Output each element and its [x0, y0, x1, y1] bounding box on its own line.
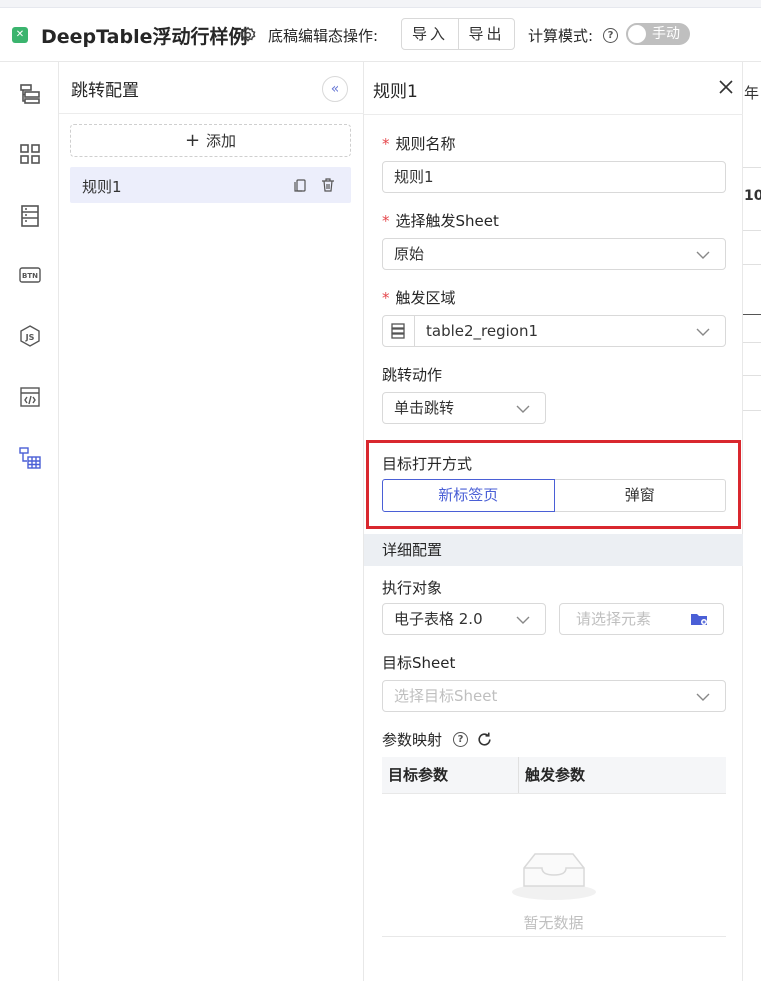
- add-rule-button[interactable]: + 添加: [70, 124, 351, 157]
- code-window-icon[interactable]: [18, 385, 42, 409]
- top-strip: [0, 0, 761, 8]
- trigger-region-label: * 触发区域: [382, 289, 456, 307]
- chevron-down-icon: [696, 251, 710, 259]
- js-icon[interactable]: JS: [18, 324, 42, 348]
- jump-action-label: 跳转动作: [382, 366, 443, 384]
- gear-icon[interactable]: [239, 26, 257, 44]
- trigger-region-select[interactable]: table2_region1: [382, 315, 726, 347]
- exec-target-label: 执行对象: [382, 579, 443, 597]
- close-icon[interactable]: [717, 78, 735, 96]
- import-export-group: 导入 导出: [401, 18, 515, 50]
- detail-divider: [364, 114, 743, 115]
- rule-list-item[interactable]: 规则1: [70, 167, 351, 203]
- target-sheet-label: 目标Sheet: [382, 654, 456, 672]
- rule-label: 规则1: [82, 178, 122, 196]
- import-button[interactable]: 导入: [402, 19, 458, 49]
- toggle-label: 手动: [652, 26, 680, 42]
- sheet-gridline: [743, 410, 761, 411]
- open-mode-segmented: 新标签页 弹窗: [382, 479, 726, 512]
- rule-detail-panel: 规则1 * 规则名称 规则1 * 选择触发Sheet 原始 * 触发区域 table2…: [364, 62, 743, 981]
- toggle-knob: [628, 25, 646, 43]
- empty-text: 暂无数据: [523, 914, 584, 932]
- sheet-gridline: [743, 314, 761, 315]
- svg-text:BTN: BTN: [22, 272, 38, 280]
- sheet-cell[interactable]: 10: [744, 188, 761, 204]
- col-target-param: 目标参数: [382, 757, 519, 793]
- export-button[interactable]: 导出: [458, 19, 514, 49]
- sheet-gridline: [743, 230, 761, 231]
- trigger-sheet-label: * 选择触发Sheet: [382, 212, 499, 230]
- open-mode-new-tab[interactable]: 新标签页: [382, 479, 555, 512]
- section-title: 详细配置: [364, 534, 743, 566]
- sheet-gridline: [743, 167, 761, 168]
- param-table-header: 目标参数 触发参数: [382, 757, 726, 794]
- detail-title: 规则1: [373, 82, 418, 102]
- open-mode-label: 目标打开方式: [382, 455, 473, 473]
- sheet-gridline: [743, 264, 761, 265]
- icon-sidebar: BTN JS: [0, 62, 59, 981]
- calc-mode-toggle[interactable]: 手动: [626, 23, 690, 45]
- btn-icon[interactable]: BTN: [18, 263, 42, 287]
- svg-text:JS: JS: [25, 333, 35, 342]
- chevron-down-icon: [516, 616, 530, 624]
- rule-name-label: * 规则名称: [382, 135, 456, 153]
- region-list-icon: [391, 323, 405, 339]
- app-logo-icon: ✕: [12, 27, 28, 43]
- collapse-icon[interactable]: «: [322, 76, 348, 102]
- jump-table-icon[interactable]: [18, 446, 42, 470]
- draft-mode-label: 底稿编辑态操作:: [268, 27, 379, 45]
- target-sheet-select[interactable]: 选择目标Sheet: [382, 680, 726, 712]
- table-rows-icon[interactable]: [18, 204, 42, 228]
- plus-icon: +: [184, 130, 201, 151]
- empty-inbox-icon: [512, 853, 596, 900]
- chevron-down-icon: [516, 405, 530, 413]
- delete-icon[interactable]: [320, 177, 336, 193]
- help-icon[interactable]: ?: [603, 28, 618, 43]
- add-label: 添加: [206, 132, 237, 150]
- grid-icon[interactable]: [18, 142, 42, 166]
- calc-mode-label: 计算模式:: [528, 27, 594, 45]
- folder-icon: [691, 614, 707, 625]
- jump-config-panel: 跳转配置 « + 添加 规则1: [59, 62, 364, 981]
- table-bottom-line: [382, 936, 726, 937]
- panel-divider: [59, 113, 364, 114]
- open-mode-popup[interactable]: 弹窗: [554, 479, 726, 512]
- chevron-down-icon: [696, 328, 710, 336]
- copy-icon[interactable]: [292, 177, 308, 193]
- help-icon[interactable]: ?: [453, 732, 468, 747]
- chevron-down-icon: [696, 693, 710, 701]
- col-trigger-param: 触发参数: [525, 766, 586, 784]
- sheet-col-header: 年: [744, 84, 760, 102]
- trigger-sheet-select[interactable]: 原始: [382, 238, 726, 270]
- panel-title: 跳转配置: [71, 81, 139, 101]
- jump-action-select[interactable]: 单击跳转: [382, 392, 546, 424]
- sheet-gridline: [743, 342, 761, 343]
- spreadsheet-edge: 年 10: [743, 62, 761, 981]
- refresh-icon[interactable]: [476, 731, 493, 748]
- app-title: DeepTable浮动行样例: [41, 26, 248, 48]
- exec-target-select[interactable]: 电子表格 2.0: [382, 603, 546, 635]
- element-select[interactable]: 请选择元素: [559, 603, 724, 635]
- region-separator: [414, 316, 415, 346]
- app-header: ✕ DeepTable浮动行样例 底稿编辑态操作: 导入 导出 计算模式: ? …: [0, 8, 761, 62]
- rule-name-input[interactable]: 规则1: [382, 161, 726, 193]
- layout-icon[interactable]: [18, 82, 42, 106]
- param-mapping-label: 参数映射: [382, 731, 443, 749]
- sheet-gridline: [743, 375, 761, 376]
